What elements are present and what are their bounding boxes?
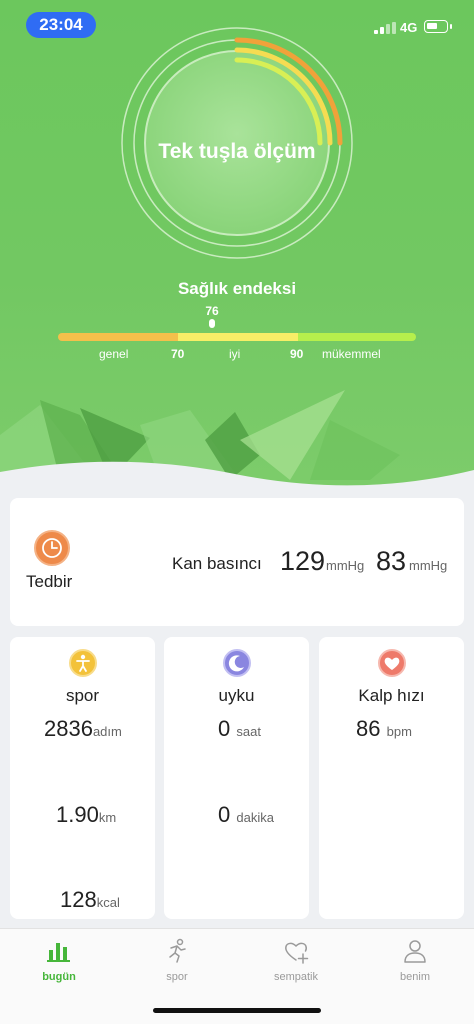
steps-metric: 2836adım bbox=[44, 716, 122, 741]
diastolic-unit: mmHg bbox=[409, 558, 448, 573]
heart-rate-card[interactable]: Kalp hızı 86 bpm bbox=[319, 637, 464, 919]
sport-card[interactable]: spor 2836adım 1.90km 128kcal bbox=[10, 637, 155, 919]
scale-low-label: genel bbox=[99, 347, 129, 361]
health-index-value: 76 bbox=[205, 304, 219, 318]
tab-today[interactable]: bugün bbox=[0, 929, 118, 993]
tab-sport[interactable]: spor bbox=[118, 929, 236, 993]
person-icon bbox=[69, 649, 97, 677]
sleep-hours-metric: 0 saat bbox=[218, 716, 261, 741]
running-icon bbox=[169, 938, 186, 963]
health-index-marker bbox=[209, 319, 215, 328]
blood-pressure-title: Kan basıncı bbox=[172, 554, 262, 573]
clock-icon[interactable] bbox=[34, 530, 70, 566]
tab-today-label: bugün bbox=[42, 971, 76, 983]
heart-icon bbox=[378, 649, 406, 677]
scale-threshold-1: 70 bbox=[171, 347, 185, 361]
tab-sympathetic[interactable]: sempatik bbox=[237, 929, 355, 993]
sleep-card[interactable]: uyku 0 saat 0 dakika bbox=[164, 637, 309, 919]
heart-rate-metric: 86 bpm bbox=[356, 716, 412, 741]
systolic-value: 129 bbox=[280, 546, 326, 576]
moon-icon bbox=[223, 649, 251, 677]
health-index-title: Sağlık endeksi bbox=[177, 279, 297, 298]
bar-chart-icon bbox=[47, 943, 70, 962]
distance-metric: 1.90km bbox=[56, 802, 117, 827]
tab-profile-label: benim bbox=[400, 971, 430, 983]
measure-action-label[interactable]: Tedbir bbox=[26, 572, 72, 592]
tab-profile[interactable]: benim bbox=[356, 929, 474, 993]
sport-title: spor bbox=[65, 686, 100, 705]
heart-plus-icon bbox=[285, 942, 309, 964]
tab-sympathetic-label: sempatik bbox=[273, 971, 319, 983]
heart-rate-title: Kalp hızı bbox=[358, 686, 425, 705]
scale-mid-label: iyi bbox=[229, 347, 241, 361]
blood-pressure-card[interactable]: Tedbir Kan basıncı 129 mmHg 83 mmHg bbox=[10, 498, 464, 626]
systolic-unit: mmHg bbox=[326, 558, 365, 573]
one-touch-measure-label[interactable]: Tek tuşla ölçüm bbox=[137, 140, 337, 164]
sleep-title: uyku bbox=[218, 686, 255, 705]
diastolic-value: 83 bbox=[376, 546, 407, 576]
scale-threshold-2: 90 bbox=[290, 347, 304, 361]
tab-sport-label: spor bbox=[166, 971, 188, 983]
health-index-bar bbox=[58, 333, 416, 341]
mountain-illustration bbox=[0, 390, 474, 500]
calories-metric: 128kcal bbox=[60, 887, 120, 912]
hero-section: 23:04 4G Tek tuşla ölçüm Sağlık endeksi … bbox=[0, 0, 474, 500]
home-indicator[interactable] bbox=[153, 1008, 321, 1013]
person-icon bbox=[404, 940, 426, 963]
scale-high-label: mükemmel bbox=[322, 347, 381, 361]
sleep-minutes-metric: 0 dakika bbox=[218, 802, 274, 827]
